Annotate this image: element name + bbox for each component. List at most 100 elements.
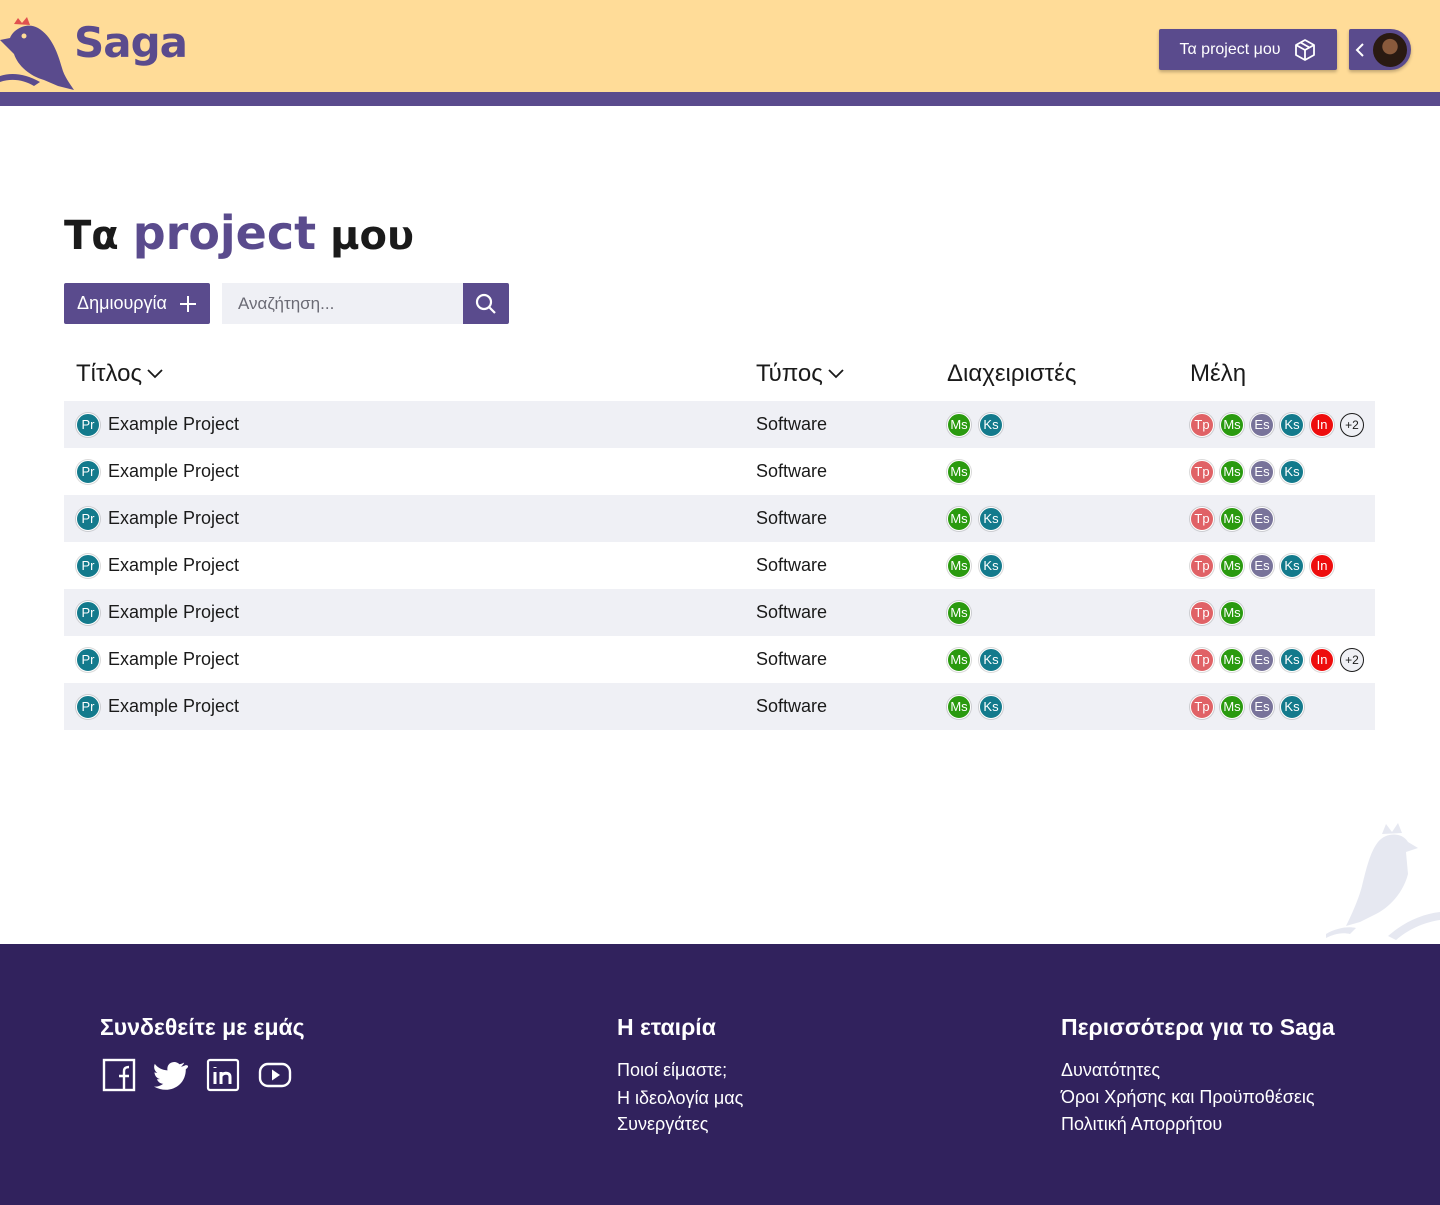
project-type: Software xyxy=(756,461,828,481)
user-badge[interactable]: Ms xyxy=(947,600,971,625)
project-row[interactable]: Pr Example Project Software Ms Tp Ms xyxy=(64,589,1375,636)
page-title-suffix: μου xyxy=(330,213,415,259)
user-badge[interactable]: Ms xyxy=(947,506,971,531)
search-icon xyxy=(475,293,496,314)
user-badge[interactable]: In xyxy=(1310,553,1334,578)
user-badge[interactable]: Ms xyxy=(1220,694,1244,719)
user-badge[interactable]: Tp xyxy=(1190,600,1214,625)
facebook-icon[interactable] xyxy=(102,1058,136,1092)
user-badge[interactable]: Ms xyxy=(947,694,971,719)
more-members-badge[interactable]: +2 xyxy=(1340,412,1364,437)
column-header-type[interactable]: Τύπος xyxy=(756,360,845,388)
user-badge[interactable]: Ms xyxy=(1220,647,1244,672)
project-title[interactable]: Example Project xyxy=(108,508,239,529)
project-admins: Ms xyxy=(947,589,971,636)
user-badge[interactable]: Es xyxy=(1250,553,1274,578)
youtube-icon[interactable] xyxy=(258,1058,292,1092)
user-badge[interactable]: Ks xyxy=(1280,694,1304,719)
user-badge[interactable]: Es xyxy=(1250,694,1274,719)
linkedin-icon[interactable] xyxy=(206,1058,240,1092)
user-badge[interactable]: Tp xyxy=(1190,412,1214,437)
user-menu-toggle[interactable] xyxy=(1349,29,1411,70)
footer-link-terms[interactable]: Όροι Χρήσης και Προϋποθέσεις xyxy=(1061,1087,1315,1108)
chevron-down-icon xyxy=(147,369,163,379)
footer-link-who-we-are[interactable]: Ποιοί είμαστε; xyxy=(617,1060,727,1081)
project-row[interactable]: Pr Example Project Software Ms Ks Tp Ms Es Ks In xyxy=(64,542,1375,589)
user-badge[interactable]: Ks xyxy=(979,506,1003,531)
column-members-label: Μέλη xyxy=(1190,360,1247,387)
project-admins: Ms Ks xyxy=(947,495,1003,542)
project-row[interactable]: Pr Example Project Software Ms Ks Tp Ms Es xyxy=(64,495,1375,542)
header-accent-strip xyxy=(0,92,1440,106)
user-badge[interactable]: Ks xyxy=(1280,412,1304,437)
user-badge[interactable]: Tp xyxy=(1190,694,1214,719)
project-row[interactable]: Pr Example Project Software Ms Ks Tp Ms Es Ks xyxy=(64,683,1375,730)
footer-link-features[interactable]: Δυνατότητες xyxy=(1061,1060,1160,1081)
user-badge[interactable]: Ms xyxy=(1220,459,1244,484)
user-badge[interactable]: Tp xyxy=(1190,459,1214,484)
user-badge[interactable]: Ms xyxy=(947,459,971,484)
project-title[interactable]: Example Project xyxy=(108,555,239,576)
user-badge[interactable]: Tp xyxy=(1190,553,1214,578)
project-members: Tp Ms Es Ks xyxy=(1190,683,1304,730)
project-icon-badge: Pr xyxy=(76,694,100,719)
user-badge[interactable]: Ks xyxy=(979,647,1003,672)
page-title-accent: project xyxy=(132,206,317,260)
saga-logo-text[interactable]: Saga xyxy=(74,18,188,67)
project-title[interactable]: Example Project xyxy=(108,414,239,435)
project-admins: Ms Ks xyxy=(947,636,1003,683)
user-badge[interactable]: Ms xyxy=(1220,600,1244,625)
user-badge[interactable]: Es xyxy=(1250,647,1274,672)
user-badge[interactable]: Ms xyxy=(1220,506,1244,531)
project-title-cell: Pr Example Project xyxy=(76,542,239,589)
footer-link-privacy[interactable]: Πολιτική Απορρήτου xyxy=(1061,1114,1222,1135)
project-title[interactable]: Example Project xyxy=(108,649,239,670)
user-badge[interactable]: Tp xyxy=(1190,506,1214,531)
project-members: Tp Ms Es Ks In xyxy=(1190,542,1334,589)
saga-bird-logo-icon[interactable] xyxy=(0,10,78,92)
user-badge[interactable]: Es xyxy=(1250,459,1274,484)
search-input[interactable] xyxy=(222,283,463,324)
project-row[interactable]: Pr Example Project Software Ms Ks Tp Ms Es Ks In +… xyxy=(64,401,1375,448)
project-row[interactable]: Pr Example Project Software Ms Ks Tp Ms Es Ks In +… xyxy=(64,636,1375,683)
user-badge[interactable]: Ms xyxy=(1220,412,1244,437)
decorative-bird-icon xyxy=(1326,823,1440,940)
user-badge[interactable]: Ks xyxy=(1280,647,1304,672)
project-title[interactable]: Example Project xyxy=(108,461,239,482)
user-badge[interactable]: Ks xyxy=(979,412,1003,437)
my-projects-button[interactable]: Τα project μου xyxy=(1159,29,1337,70)
project-members: Tp Ms Es Ks In +2 xyxy=(1190,636,1364,683)
project-icon-badge: Pr xyxy=(76,553,100,578)
user-badge[interactable]: Ks xyxy=(1280,553,1304,578)
project-title-cell: Pr Example Project xyxy=(76,589,239,636)
project-title-cell: Pr Example Project xyxy=(76,636,239,683)
create-project-button[interactable]: Δημιουργία xyxy=(64,283,210,324)
project-admins: Ms Ks xyxy=(947,401,1003,448)
search-button[interactable] xyxy=(463,283,509,324)
project-title[interactable]: Example Project xyxy=(108,696,239,717)
twitter-icon[interactable] xyxy=(154,1058,189,1092)
user-badge[interactable]: Ks xyxy=(1280,459,1304,484)
project-type: Software xyxy=(756,602,828,622)
user-badge[interactable]: Es xyxy=(1250,506,1274,531)
user-badge[interactable]: Ms xyxy=(947,412,971,437)
project-row[interactable]: Pr Example Project Software Ms Tp Ms Es Ks xyxy=(64,448,1375,495)
user-badge[interactable]: Ms xyxy=(947,553,971,578)
user-badge[interactable]: Ms xyxy=(1220,553,1244,578)
project-members: Tp Ms Es xyxy=(1190,495,1274,542)
column-header-title[interactable]: Τίτλος xyxy=(76,360,164,388)
user-badge[interactable]: Ks xyxy=(979,553,1003,578)
user-badge[interactable]: Es xyxy=(1250,412,1274,437)
user-badge[interactable]: In xyxy=(1310,412,1334,437)
more-members-badge[interactable]: +2 xyxy=(1340,647,1364,672)
project-title[interactable]: Example Project xyxy=(108,602,239,623)
user-badge[interactable]: In xyxy=(1310,647,1334,672)
user-badge[interactable]: Tp xyxy=(1190,647,1214,672)
user-badge[interactable]: Ks xyxy=(979,694,1003,719)
footer-link-ideology[interactable]: Η ιδεολογία μας xyxy=(617,1088,743,1109)
site-header: Saga Τα project μου xyxy=(0,0,1440,92)
project-admins: Ms Ks xyxy=(947,542,1003,589)
project-type: Software xyxy=(756,414,828,434)
footer-link-partners[interactable]: Συνεργάτες xyxy=(617,1114,708,1135)
user-badge[interactable]: Ms xyxy=(947,647,971,672)
